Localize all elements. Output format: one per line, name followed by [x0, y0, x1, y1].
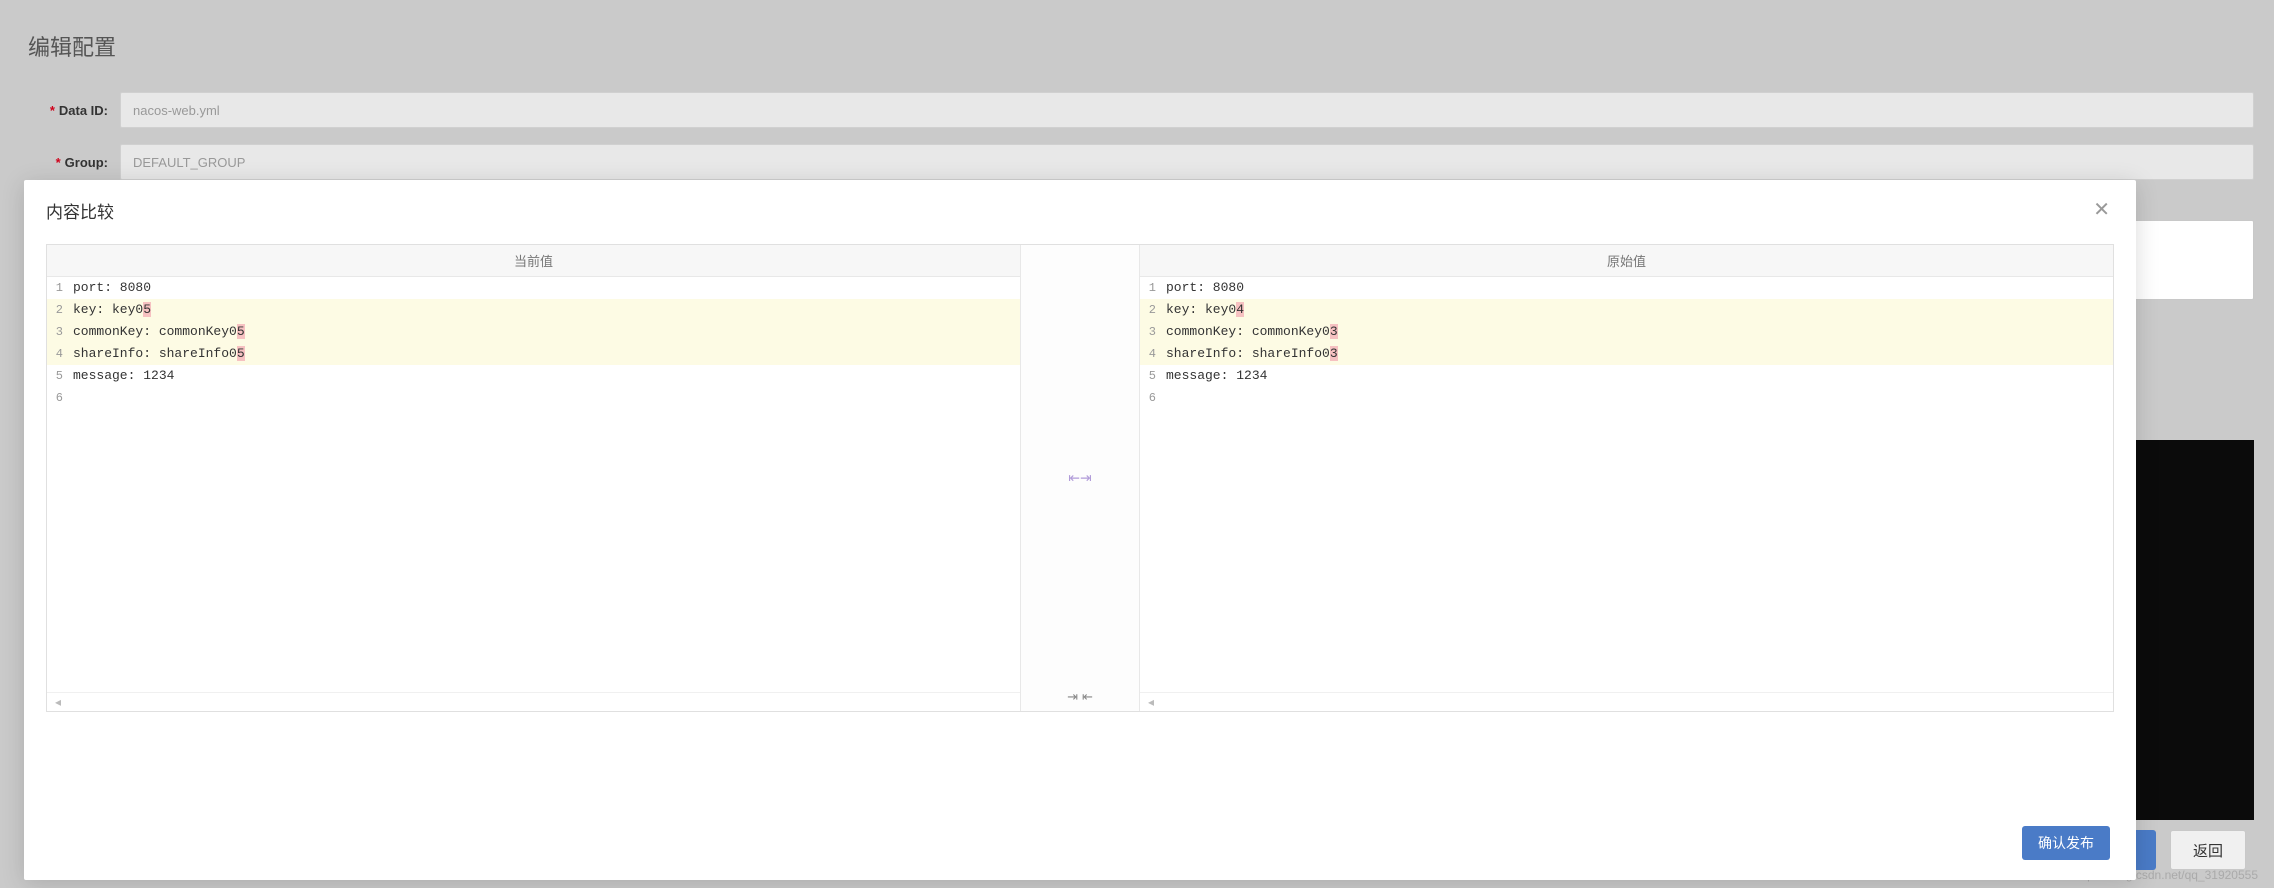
diff-left-pane: 当前值 1port: 80802key: key053commonKey: co… — [47, 245, 1020, 711]
diff-collapse-icon[interactable]: ⇥⇤ — [1067, 689, 1093, 705]
diff-left-code[interactable]: 1port: 80802key: key053commonKey: common… — [47, 277, 1020, 409]
code-line: 3commonKey: commonKey05 — [47, 321, 1020, 343]
scroll-left-icon-2[interactable]: ◂ — [1140, 692, 2113, 711]
code-line: 5message: 1234 — [47, 365, 1020, 387]
diff-right-code[interactable]: 1port: 80802key: key043commonKey: common… — [1140, 277, 2113, 409]
diff-jump-icon[interactable]: ⇤⇥ — [1068, 470, 1091, 487]
confirm-publish-button[interactable]: 确认发布 — [2022, 826, 2110, 860]
code-line: 1port: 8080 — [47, 277, 1020, 299]
code-line: 6 — [1140, 387, 2113, 409]
code-line: 1port: 8080 — [1140, 277, 2113, 299]
code-line: 6 — [47, 387, 1020, 409]
code-line: 3commonKey: commonKey03 — [1140, 321, 2113, 343]
diff-left-header: 当前值 — [47, 245, 1020, 277]
code-line: 4shareInfo: shareInfo05 — [47, 343, 1020, 365]
code-line: 4shareInfo: shareInfo03 — [1140, 343, 2113, 365]
diff-modal: 内容比较 ✕ 当前值 1port: 80802key: key053common… — [24, 180, 2136, 880]
code-line: 2key: key05 — [47, 299, 1020, 321]
diff-gutter: ⇤⇥ ⇥⇤ — [1020, 245, 1140, 711]
diff-right-header: 原始值 — [1140, 245, 2113, 277]
code-line: 5message: 1234 — [1140, 365, 2113, 387]
modal-title: 内容比较 — [46, 198, 114, 223]
modal-overlay: 内容比较 ✕ 当前值 1port: 80802key: key053common… — [0, 0, 2274, 888]
close-icon[interactable]: ✕ — [2089, 196, 2114, 224]
diff-right-pane: 原始值 1port: 80802key: key043commonKey: co… — [1140, 245, 2113, 711]
scroll-left-icon[interactable]: ◂ — [47, 692, 1020, 711]
code-line: 2key: key04 — [1140, 299, 2113, 321]
diff-container: 当前值 1port: 80802key: key053commonKey: co… — [46, 244, 2114, 712]
